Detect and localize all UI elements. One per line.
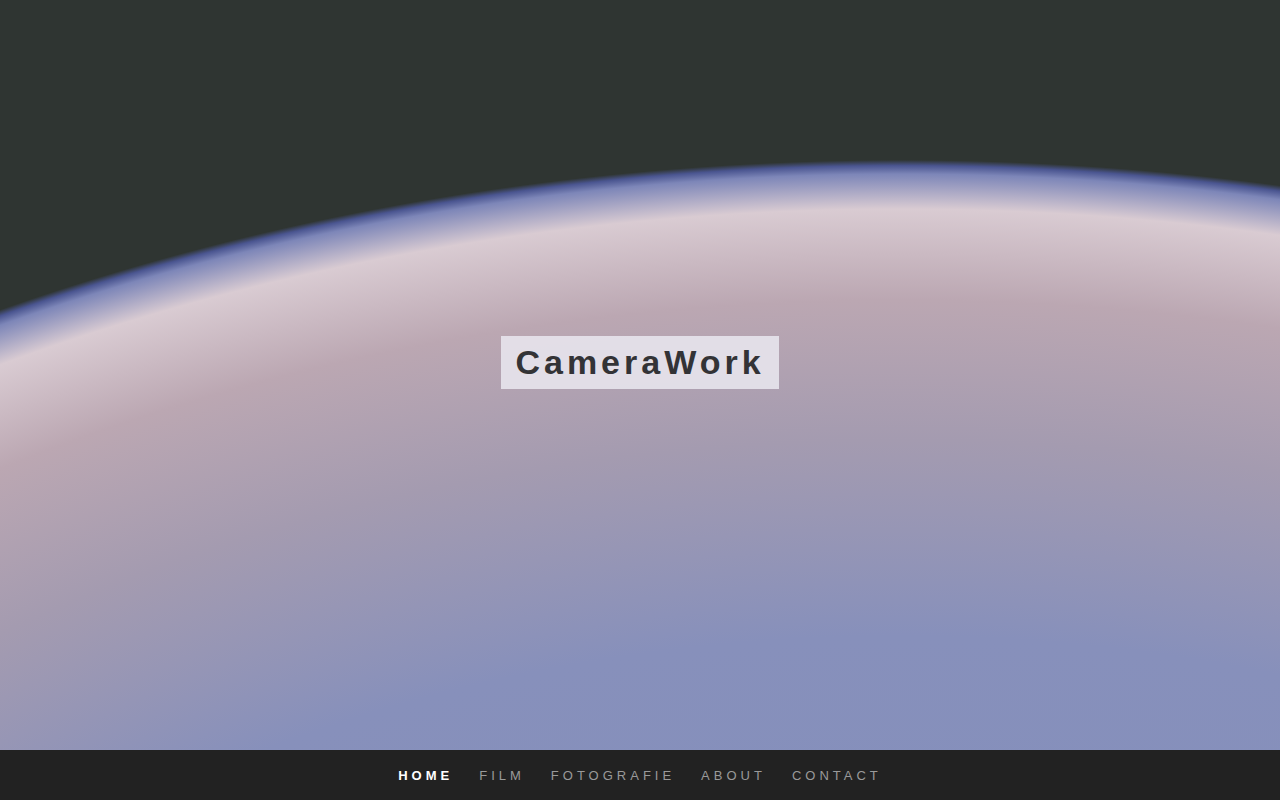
nav-item[interactable]: CONTACT	[792, 764, 882, 787]
logo[interactable]: CameraWork	[501, 336, 778, 389]
nav-item[interactable]: ABOUT	[701, 764, 766, 787]
nav-item[interactable]: HOME	[398, 764, 453, 787]
logo-text: CameraWork	[515, 343, 764, 382]
nav-item[interactable]: FILM	[479, 764, 525, 787]
nav-item[interactable]: FOTOGRAFIE	[551, 764, 675, 787]
hero-image: CameraWork	[0, 0, 1280, 750]
nav-bar: HOME FILM FOTOGRAFIE ABOUT CONTACT	[0, 750, 1280, 800]
page: CameraWork HOME FILM FOTOGRAFIE ABOUT CONTACT	[0, 0, 1280, 800]
